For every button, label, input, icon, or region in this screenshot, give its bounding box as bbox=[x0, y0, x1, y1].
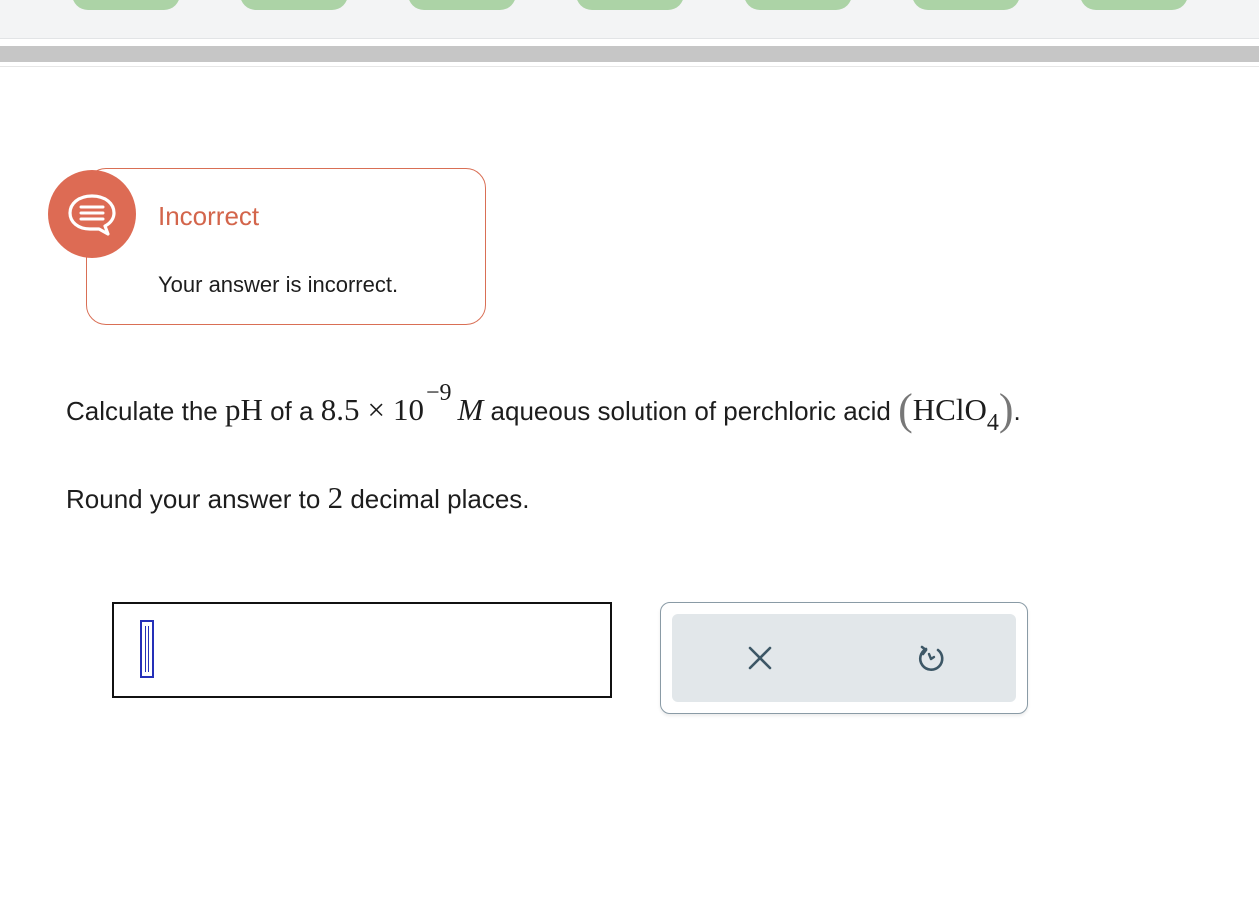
progress-segment[interactable] bbox=[408, 0, 516, 10]
answer-actions-panel bbox=[660, 602, 1028, 714]
molarity-unit: M bbox=[457, 392, 484, 427]
acid-formula: HClO bbox=[912, 392, 987, 427]
decimal-places: 2 bbox=[327, 480, 344, 515]
question-text: Calculate the pH of a 8.5 × 10−9 M aqueous … bbox=[66, 378, 1021, 441]
instruction-suffix: decimal places. bbox=[343, 484, 530, 514]
progress-segment[interactable] bbox=[912, 0, 1020, 10]
close-paren: ) bbox=[998, 385, 1014, 434]
question-prefix: Calculate the bbox=[66, 396, 225, 426]
instruction-prefix: Round your answer to bbox=[66, 484, 328, 514]
progress-bar bbox=[0, 0, 1259, 39]
progress-segment[interactable] bbox=[72, 0, 180, 10]
progress-segment[interactable] bbox=[1080, 0, 1188, 10]
acid-formula-subscript: 4 bbox=[986, 410, 999, 436]
section-divider bbox=[0, 46, 1259, 62]
rounding-instruction: Round your answer to 2 decimal places. bbox=[66, 478, 530, 519]
progress-segment[interactable] bbox=[576, 0, 684, 10]
progress-segment[interactable] bbox=[744, 0, 852, 10]
feedback-title: Incorrect bbox=[158, 201, 260, 231]
answer-actions-background bbox=[672, 614, 1016, 702]
question-of-a: of a bbox=[262, 396, 321, 426]
divider-line bbox=[0, 66, 1259, 67]
feedback-box bbox=[86, 168, 486, 325]
text-cursor-icon bbox=[140, 620, 154, 678]
answer-input[interactable] bbox=[112, 602, 612, 698]
ph-symbol: pH bbox=[224, 392, 263, 427]
feedback-message: Your answer is incorrect. bbox=[158, 272, 399, 297]
feedback-speech-bubble-icon bbox=[48, 170, 136, 258]
question-middle: aqueous solution of perchloric acid bbox=[483, 396, 899, 426]
concentration-base: 10 bbox=[392, 392, 424, 427]
progress-segment[interactable] bbox=[240, 0, 348, 10]
undo-icon bbox=[918, 645, 944, 671]
undo-button[interactable] bbox=[909, 636, 953, 680]
question-end: . bbox=[1013, 396, 1021, 426]
times-symbol: × bbox=[367, 392, 385, 427]
clear-answer-button[interactable] bbox=[738, 636, 782, 680]
close-icon bbox=[748, 646, 772, 670]
concentration-coefficient: 8.5 bbox=[320, 392, 360, 427]
concentration-exponent: −9 bbox=[425, 380, 452, 406]
open-paren: ( bbox=[898, 385, 913, 434]
